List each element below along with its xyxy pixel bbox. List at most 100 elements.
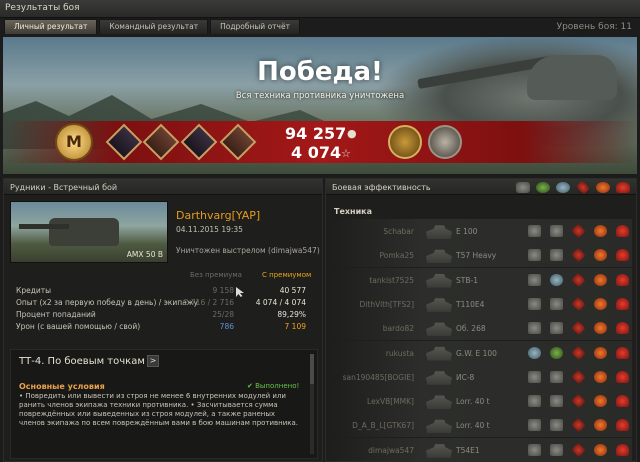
vehicle-player-name: rukusta: [385, 348, 414, 358]
grey-efficiency-icon[interactable]: [528, 249, 541, 262]
stat-label: Опыт (х2 за первую победу в день) / экип…: [16, 298, 198, 307]
fire-efficiency-icon[interactable]: [594, 273, 607, 286]
grey-efficiency-icon[interactable]: [528, 273, 541, 286]
grey-efficiency-icon[interactable]: [550, 249, 563, 262]
stat-value-base: 786: [219, 322, 234, 331]
order-medal-icon[interactable]: [428, 125, 462, 159]
fire-efficiency-icon[interactable]: [594, 322, 607, 335]
tab-personal-result[interactable]: Личный результат: [4, 19, 98, 34]
crit-efficiency-icon[interactable]: [616, 225, 629, 237]
mastery-badge-icon[interactable]: M: [55, 123, 93, 161]
grey-efficiency-icon[interactable]: [550, 370, 563, 383]
mission-description: • Повредить или вывести из строя не мене…: [19, 392, 299, 427]
red-efficiency-icon[interactable]: [571, 248, 586, 263]
grey-efficiency-icon[interactable]: [528, 419, 541, 432]
green-efficiency-icon[interactable]: [550, 346, 563, 359]
critical-hit-icon[interactable]: [616, 182, 630, 193]
grey-efficiency-icon[interactable]: [528, 443, 541, 456]
vehicle-player-name: Pomka25: [379, 251, 414, 261]
stat-value-premium: 40 577: [279, 286, 306, 295]
vehicle-efficiency-icons: [528, 248, 629, 263]
spotted-icon[interactable]: [516, 182, 530, 193]
map-mode-header: Рудники - Встречный бой: [4, 179, 322, 195]
vehicle-row[interactable]: tankist7525 STB-1: [332, 267, 632, 292]
column-no-premium: Без премиума: [190, 271, 242, 279]
grey-efficiency-icon[interactable]: [550, 419, 563, 432]
crit-efficiency-icon[interactable]: [616, 249, 629, 262]
red-efficiency-icon[interactable]: [571, 418, 586, 433]
mission-open-button[interactable]: >: [147, 355, 159, 367]
red-efficiency-icon[interactable]: [571, 296, 586, 311]
red-efficiency-icon[interactable]: [571, 223, 586, 239]
vehicle-row[interactable]: rukusta G.W. E 100: [332, 340, 632, 365]
fire-efficiency-icon[interactable]: [594, 443, 607, 456]
vehicle-row[interactable]: bardo82 Об. 268: [332, 316, 632, 341]
teal-efficiency-icon[interactable]: [550, 273, 563, 286]
tab-detailed-report[interactable]: Подробный отчёт: [210, 19, 300, 34]
fire-efficiency-icon[interactable]: [594, 419, 607, 432]
damage-icon[interactable]: [575, 180, 591, 195]
grey-efficiency-icon[interactable]: [528, 395, 541, 408]
grey-efficiency-icon[interactable]: [528, 322, 541, 335]
red-efficiency-icon[interactable]: [571, 442, 586, 457]
tab-bar: Личный результат Командный результат Под…: [4, 19, 300, 34]
red-efficiency-icon[interactable]: [571, 345, 586, 360]
red-efficiency-icon[interactable]: [571, 321, 586, 336]
vehicle-row[interactable]: Pomka25 T57 Heavy: [332, 243, 632, 268]
vehicle-player-name: tankist7525: [369, 275, 414, 285]
fire-efficiency-icon[interactable]: [594, 346, 607, 359]
vehicle-row[interactable]: san190485[BOGIE] ИС-8: [332, 364, 632, 389]
grey-efficiency-icon[interactable]: [550, 322, 563, 335]
crit-efficiency-icon[interactable]: [616, 370, 629, 383]
fire-efficiency-icon[interactable]: [594, 225, 607, 237]
tab-team-result[interactable]: Командный результат: [99, 19, 209, 34]
tank-silhouette-icon: [426, 225, 452, 239]
crit-efficiency-icon[interactable]: [616, 443, 629, 456]
teal-efficiency-icon[interactable]: [528, 346, 541, 359]
fire-efficiency-icon[interactable]: [594, 370, 607, 383]
grey-efficiency-icon[interactable]: [528, 297, 541, 310]
grey-efficiency-icon[interactable]: [528, 225, 541, 237]
red-efficiency-icon[interactable]: [571, 369, 586, 384]
red-efficiency-icon[interactable]: [571, 394, 586, 409]
fire-efficiency-icon[interactable]: [594, 297, 607, 310]
stat-label: Процент попаданий: [16, 310, 96, 319]
fire-efficiency-icon[interactable]: [594, 249, 607, 262]
vehicle-tank-name: STB-1: [456, 275, 478, 285]
stat-row-hit-rate: Процент попаданий 25/28 89,29%: [10, 310, 318, 320]
grey-efficiency-icon[interactable]: [550, 297, 563, 310]
tracked-icon[interactable]: [556, 182, 570, 193]
fire-icon[interactable]: [596, 182, 610, 193]
vehicle-row[interactable]: dimajwa547 T54E1: [332, 437, 632, 461]
tank-silhouette-icon: [426, 249, 452, 264]
stat-label: Кредиты: [16, 286, 52, 295]
crit-efficiency-icon[interactable]: [616, 346, 629, 359]
grey-efficiency-icon[interactable]: [550, 225, 563, 237]
crit-efficiency-icon[interactable]: [616, 419, 629, 432]
grey-efficiency-icon[interactable]: [528, 370, 541, 383]
crit-efficiency-icon[interactable]: [616, 273, 629, 286]
crit-efficiency-icon[interactable]: [616, 395, 629, 408]
vehicle-tank-name: Lorr. 40 t: [456, 421, 490, 431]
efficiency-filter-icons: [516, 180, 630, 195]
red-efficiency-icon[interactable]: [571, 272, 586, 287]
vehicle-row[interactable]: DithVith[TFS2] T110E4: [332, 291, 632, 316]
assist-icon[interactable]: [536, 182, 550, 193]
crit-efficiency-icon[interactable]: [616, 297, 629, 310]
vehicle-efficiency-icons: [528, 321, 629, 336]
stat-value-premium: 4 074 / 4 074: [255, 298, 306, 307]
battle-date: 04.11.2015 19:35: [176, 225, 243, 234]
grey-efficiency-icon[interactable]: [550, 443, 563, 456]
grey-efficiency-icon[interactable]: [550, 395, 563, 408]
credits-earned: 94 257: [285, 124, 347, 143]
order-medal-icon[interactable]: [388, 125, 422, 159]
vehicle-efficiency-icons: [528, 272, 629, 287]
vehicle-player-name: san190485[BOGIE]: [342, 372, 414, 382]
vehicle-row[interactable]: Schabar E 100: [332, 219, 632, 243]
coin-icon: ●: [347, 127, 357, 140]
fire-efficiency-icon[interactable]: [594, 395, 607, 408]
crit-efficiency-icon[interactable]: [616, 322, 629, 335]
vehicle-row[interactable]: D_A_B_L[GTK67] Lorr. 40 t: [332, 413, 632, 438]
mission-scrollbar[interactable]: [310, 354, 314, 454]
vehicle-row[interactable]: LexVB[MMK] Lorr. 40 t: [332, 389, 632, 414]
